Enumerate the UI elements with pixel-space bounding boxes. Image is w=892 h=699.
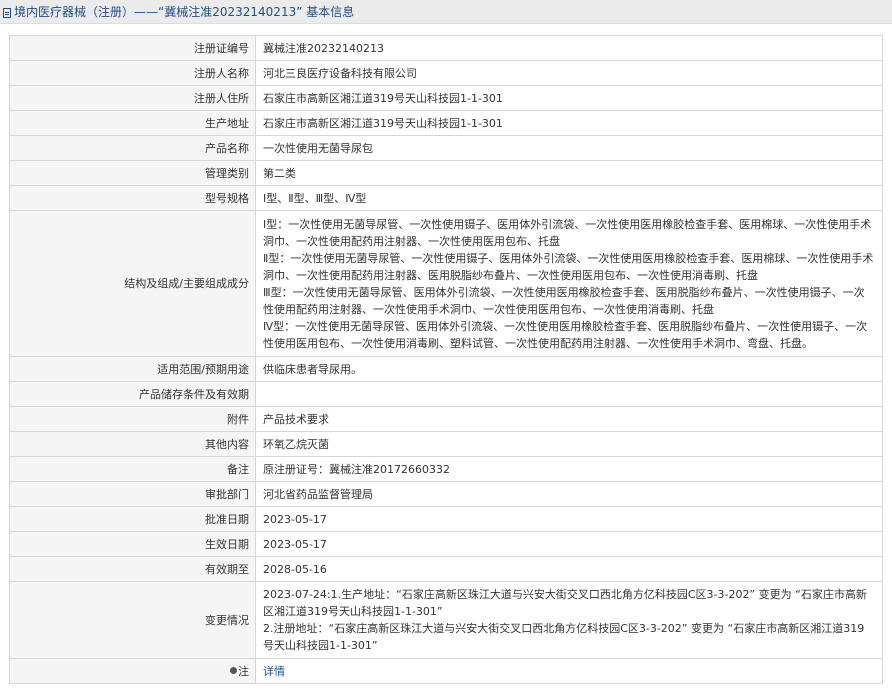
row-value: 河北省药品监督管理局 bbox=[255, 481, 883, 507]
row-value: 原注册证号：冀械注准20172660332 bbox=[255, 456, 883, 482]
document-icon bbox=[3, 7, 11, 18]
row-value: 产品技术要求 bbox=[255, 406, 883, 432]
row-value: 2023-05-17 bbox=[255, 506, 883, 532]
row-label: 型号规格 bbox=[9, 185, 256, 211]
row-label: 管理类别 bbox=[9, 160, 256, 186]
row-value: 2028-05-16 bbox=[255, 556, 883, 582]
row-label: 生产地址 bbox=[9, 110, 256, 136]
row-label: 其他内容 bbox=[9, 431, 256, 457]
table-row: 注册证编号 冀械注准20232140213 bbox=[9, 35, 883, 61]
breadcrumb: 境内医疗器械（注册） —— “冀械注准20232140213” 基本信息 bbox=[0, 0, 892, 24]
table-row: 备注 原注册证号：冀械注准20172660332 bbox=[9, 456, 883, 482]
row-value: 详情 bbox=[255, 658, 883, 684]
row-label: 产品名称 bbox=[9, 135, 256, 161]
table-row: 其他内容 环氧乙烷灭菌 bbox=[9, 431, 883, 457]
table-row: 产品名称 一次性使用无菌导尿包 bbox=[9, 135, 883, 161]
breadcrumb-separator: —— bbox=[134, 4, 159, 19]
table-row: 管理类别 第二类 bbox=[9, 160, 883, 186]
row-label: 批准日期 bbox=[9, 506, 256, 532]
details-link[interactable]: 详情 bbox=[263, 665, 285, 678]
row-label: 产品储存条件及有效期 bbox=[9, 381, 256, 407]
table-row: 适用范围/预期用途 供临床患者导尿用。 bbox=[9, 356, 883, 382]
row-value: 环氧乙烷灭菌 bbox=[255, 431, 883, 457]
row-value: 一次性使用无菌导尿包 bbox=[255, 135, 883, 161]
row-label: 备注 bbox=[9, 456, 256, 482]
row-label: 注册人名称 bbox=[9, 60, 256, 86]
row-label: 结构及组成/主要组成成分 bbox=[9, 210, 256, 357]
row-label: 注册证编号 bbox=[9, 35, 256, 61]
table-row: 有效期至 2028-05-16 bbox=[9, 556, 883, 582]
row-label: 变更情况 bbox=[9, 581, 256, 659]
table-row: 注 详情 bbox=[9, 658, 883, 684]
row-value: 2023-07-24:1.生产地址：“石家庄高新区珠江大道与兴安大街交叉口西北角… bbox=[255, 581, 883, 659]
table-row: 审批部门 河北省药品监督管理局 bbox=[9, 481, 883, 507]
table-row: 型号规格 Ⅰ型、Ⅱ型、Ⅲ型、Ⅳ型 bbox=[9, 185, 883, 211]
table-row: 生产地址 石家庄市高新区湘江道319号天山科技园1-1-301 bbox=[9, 110, 883, 136]
page-title: “冀械注准20232140213” 基本信息 bbox=[158, 5, 355, 19]
note-label: 注 bbox=[9, 658, 256, 684]
row-value: 石家庄市高新区湘江道319号天山科技园1-1-301 bbox=[255, 85, 883, 111]
table-row: 注册人住所 石家庄市高新区湘江道319号天山科技园1-1-301 bbox=[9, 85, 883, 111]
bulb-icon bbox=[230, 667, 237, 674]
table-row: 附件 产品技术要求 bbox=[9, 406, 883, 432]
row-value: 河北三良医疗设备科技有限公司 bbox=[255, 60, 883, 86]
row-value: 2023-05-17 bbox=[255, 531, 883, 557]
row-value: 冀械注准20232140213 bbox=[255, 35, 883, 61]
row-value: Ⅰ型、Ⅱ型、Ⅲ型、Ⅳ型 bbox=[255, 185, 883, 211]
info-table: 注册证编号 冀械注准20232140213 注册人名称 河北三良医疗设备科技有限… bbox=[9, 35, 883, 684]
row-value: Ⅰ型：一次性使用无菌导尿管、一次性使用镊子、医用体外引流袋、一次性使用医用橡胶检… bbox=[255, 210, 883, 357]
row-label: 适用范围/预期用途 bbox=[9, 356, 256, 382]
note-label-text: 注 bbox=[238, 664, 249, 678]
row-value: 供临床患者导尿用。 bbox=[255, 356, 883, 382]
table-row: 生效日期 2023-05-17 bbox=[9, 531, 883, 557]
row-value bbox=[255, 381, 883, 407]
table-row: 注册人名称 河北三良医疗设备科技有限公司 bbox=[9, 60, 883, 86]
table-row: 结构及组成/主要组成成分 Ⅰ型：一次性使用无菌导尿管、一次性使用镊子、医用体外引… bbox=[9, 210, 883, 357]
breadcrumb-category[interactable]: 境内医疗器械（注册） bbox=[14, 3, 134, 20]
row-label: 有效期至 bbox=[9, 556, 256, 582]
row-value: 第二类 bbox=[255, 160, 883, 186]
row-value: 石家庄市高新区湘江道319号天山科技园1-1-301 bbox=[255, 110, 883, 136]
table-row: 变更情况 2023-07-24:1.生产地址：“石家庄高新区珠江大道与兴安大街交… bbox=[9, 581, 883, 659]
row-label: 注册人住所 bbox=[9, 85, 256, 111]
table-row: 批准日期 2023-05-17 bbox=[9, 506, 883, 532]
table-row: 产品储存条件及有效期 bbox=[9, 381, 883, 407]
row-label: 审批部门 bbox=[9, 481, 256, 507]
row-label: 附件 bbox=[9, 406, 256, 432]
row-label: 生效日期 bbox=[9, 531, 256, 557]
